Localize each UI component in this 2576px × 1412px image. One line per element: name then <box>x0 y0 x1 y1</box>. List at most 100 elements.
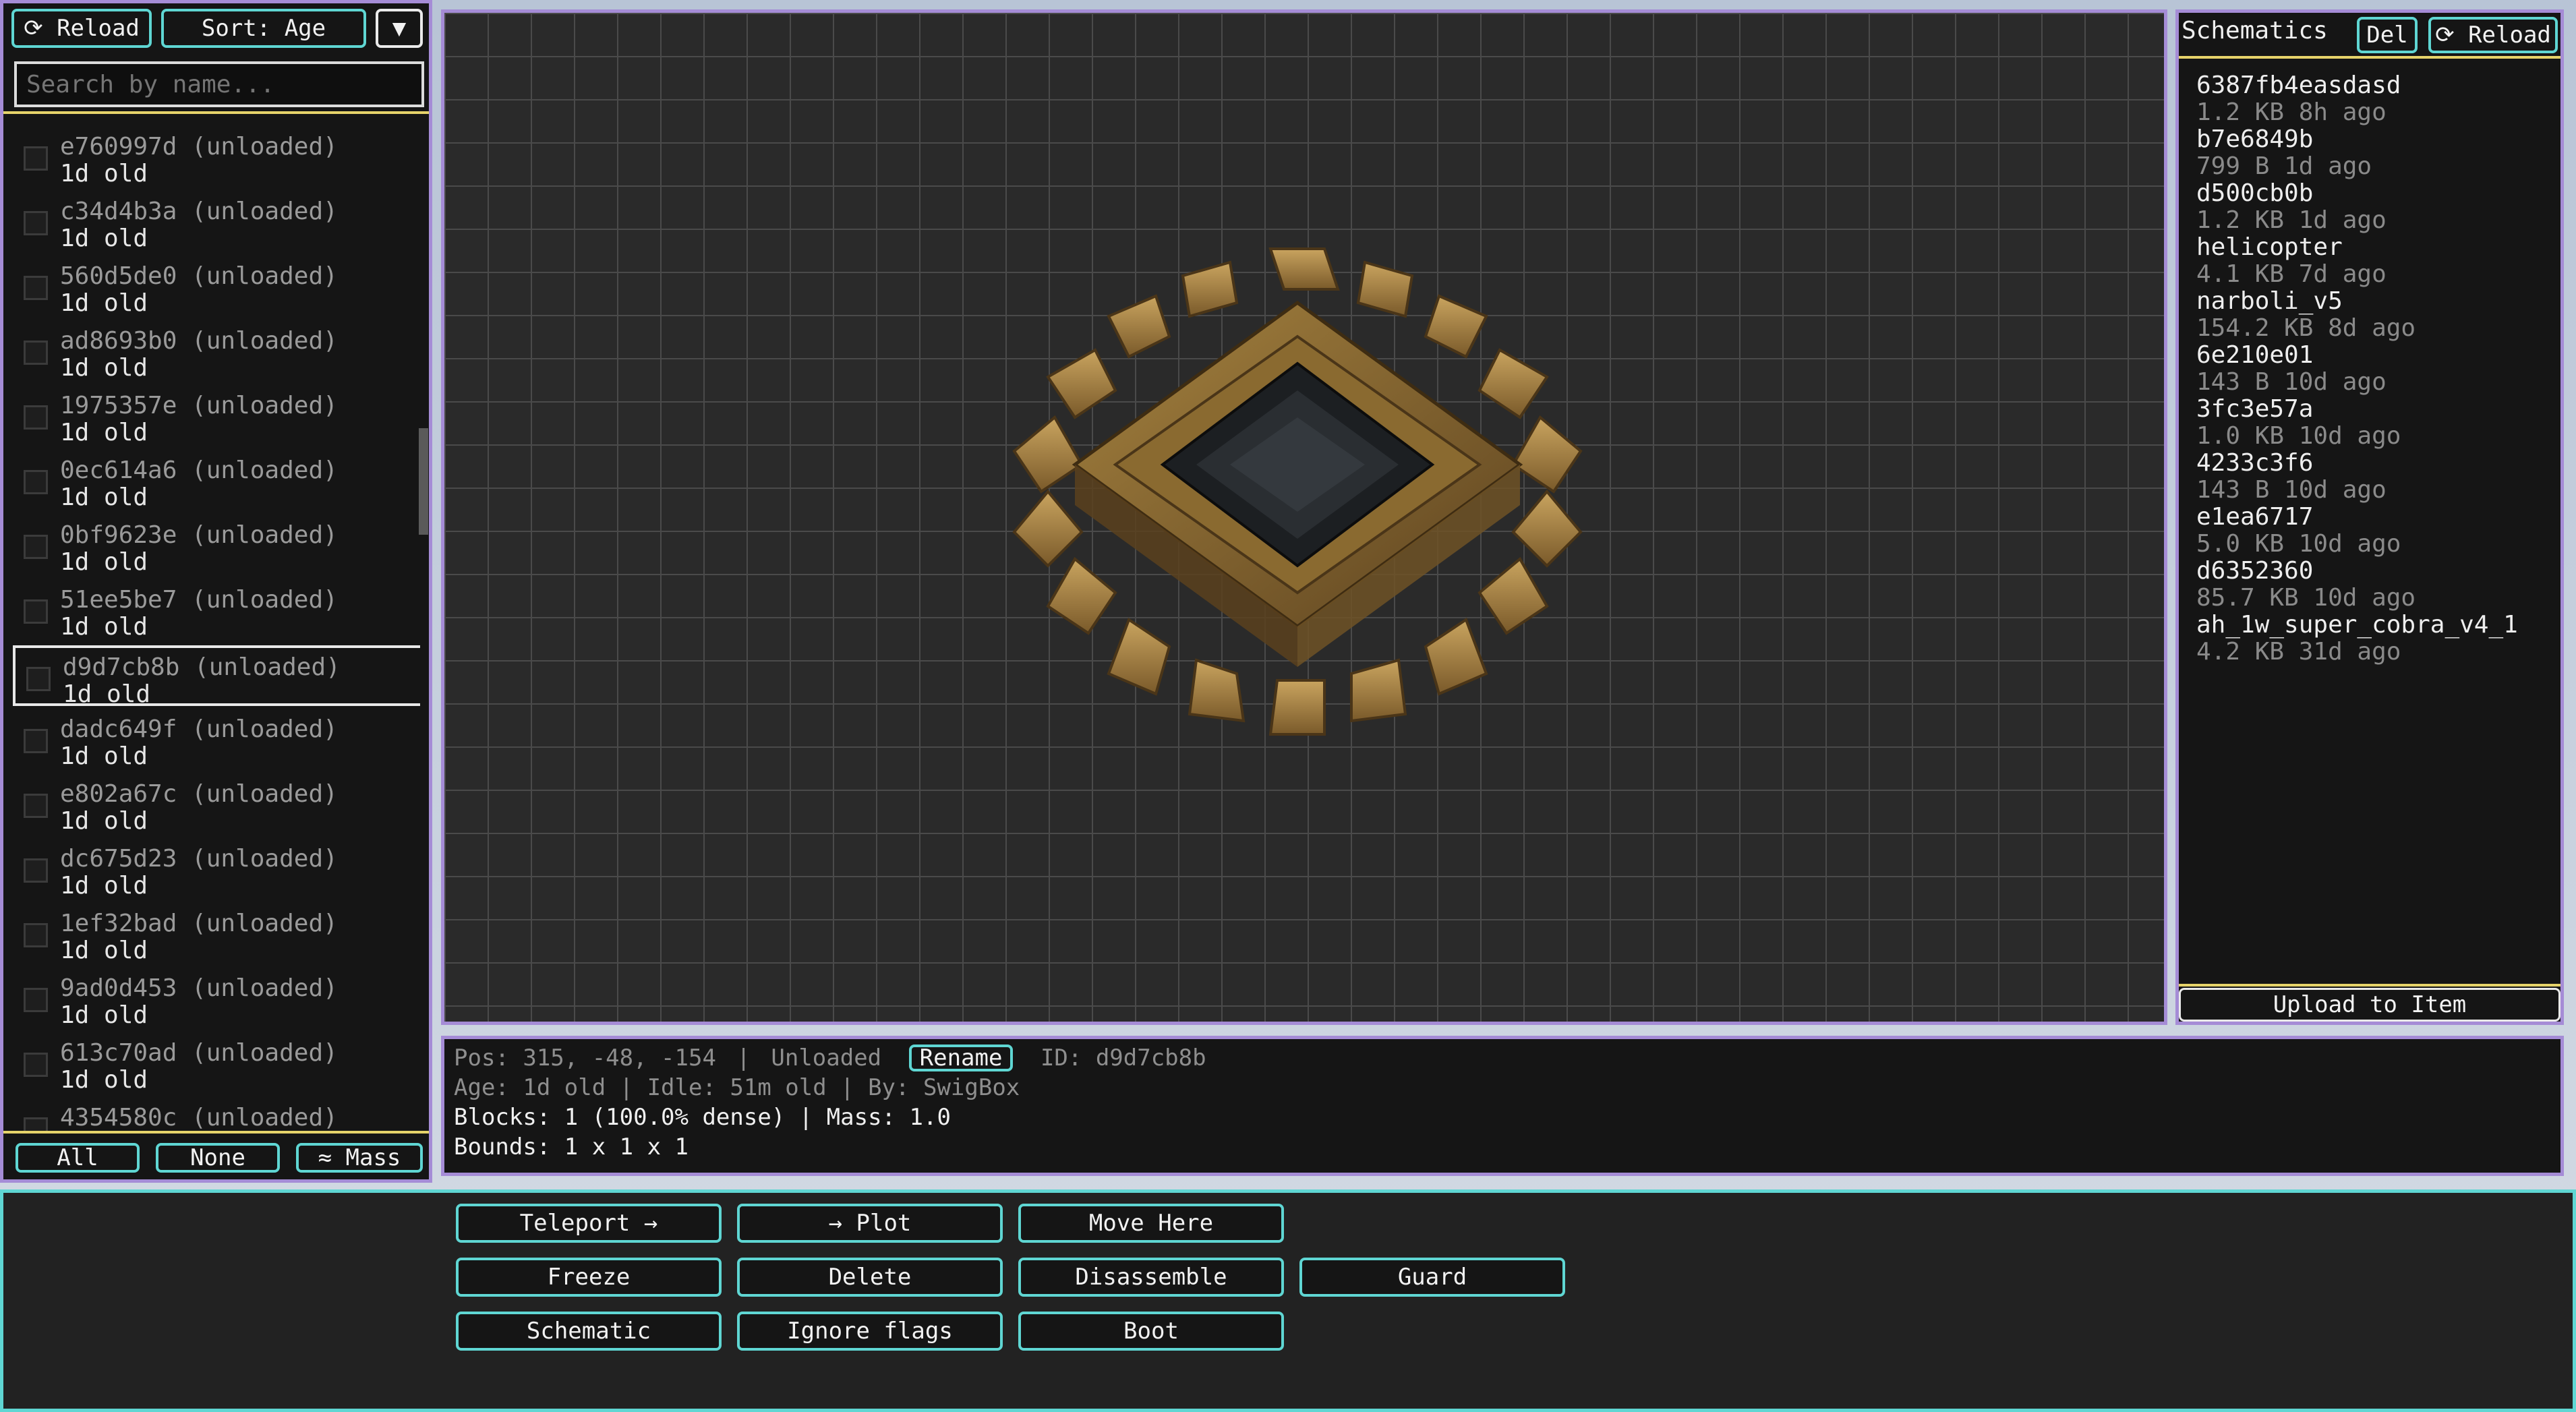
item-age: 1d old <box>60 742 148 770</box>
item-checkbox[interactable] <box>24 146 48 171</box>
schematic-item[interactable]: b7e6849b 799 B 1d ago <box>2196 126 2372 180</box>
schematic-meta: 1.2 KB 8h ago <box>2196 98 2387 126</box>
schematic-item[interactable]: narboli_v5 154.2 KB 8d ago <box>2196 288 2416 342</box>
list-item[interactable]: 4354580c (unloaded) <box>13 1098 420 1132</box>
schematic-item[interactable]: 6e210e01 143 B 10d ago <box>2196 342 2387 396</box>
list-item[interactable]: 9ad0d453 (unloaded) 1d old <box>13 969 420 1030</box>
guard-button[interactable]: Guard <box>1299 1258 1565 1297</box>
item-checkbox[interactable] <box>24 1117 48 1132</box>
freeze-button[interactable]: Freeze <box>456 1258 722 1297</box>
preview-viewport[interactable] <box>441 9 2167 1025</box>
info-line-position: Pos: 315, -48, -154 | Unloaded Rename ID… <box>454 1045 1206 1071</box>
select-none-button[interactable]: None <box>156 1143 280 1173</box>
item-age: 1d old <box>60 937 148 964</box>
filter-dropdown-icon[interactable]: ▼ <box>376 9 423 48</box>
list-item[interactable]: 560d5de0 (unloaded) 1d old <box>13 257 420 318</box>
list-item[interactable]: ad8693b0 (unloaded) 1d old <box>13 322 420 382</box>
select-all-button[interactable]: All <box>16 1143 140 1173</box>
item-checkbox[interactable] <box>24 1053 48 1077</box>
item-age: 1d old <box>60 807 148 835</box>
schematic-item[interactable]: d500cb0b 1.2 KB 1d ago <box>2196 180 2387 234</box>
item-checkbox[interactable] <box>24 341 48 365</box>
move-here-button[interactable]: Move Here <box>1018 1204 1284 1243</box>
item-checkbox[interactable] <box>24 211 48 235</box>
schematic-name: d6352360 <box>2196 557 2314 585</box>
schematic-name: helicopter <box>2196 233 2343 261</box>
list-item[interactable]: 0ec614a6 (unloaded) 1d old <box>13 451 420 512</box>
schematic-button[interactable]: Schematic <box>456 1312 722 1351</box>
teleport-button[interactable]: Teleport → <box>456 1204 722 1243</box>
list-item[interactable]: e802a67c (unloaded) 1d old <box>13 775 420 835</box>
schematic-item[interactable]: 6387fb4easdasd 1.2 KB 8h ago <box>2196 72 2401 126</box>
object-id: ID: d9d7cb8b <box>1040 1045 1206 1071</box>
list-item[interactable]: dadc649f (unloaded) 1d old <box>13 710 420 771</box>
item-name: e760997d (unloaded) <box>60 133 338 160</box>
item-checkbox[interactable] <box>24 470 48 494</box>
upload-to-item-button[interactable]: Upload to Item <box>2179 988 2560 1022</box>
disassemble-button[interactable]: Disassemble <box>1018 1258 1284 1297</box>
ignore-flags-button[interactable]: Ignore flags <box>737 1312 1003 1351</box>
item-checkbox[interactable] <box>24 858 48 883</box>
item-name: 0ec614a6 (unloaded) <box>60 457 338 484</box>
divider <box>2179 984 2560 987</box>
item-name: dadc649f (unloaded) <box>60 715 338 743</box>
list-item[interactable]: e760997d (unloaded) 1d old <box>13 127 420 188</box>
item-age: 1d old <box>60 548 148 576</box>
item-age: 1d old <box>60 225 148 252</box>
item-checkbox[interactable] <box>24 535 48 559</box>
list-item[interactable]: 613c70ad (unloaded) 1d old <box>13 1034 420 1094</box>
item-checkbox[interactable] <box>24 599 48 624</box>
schematic-item[interactable]: helicopter 4.1 KB 7d ago <box>2196 234 2387 288</box>
item-age: 1d old <box>63 680 151 708</box>
schematic-item[interactable]: e1ea6717 5.0 KB 10d ago <box>2196 504 2401 558</box>
item-checkbox[interactable] <box>24 405 48 430</box>
list-item[interactable]: d9d7cb8b (unloaded) 1d old <box>13 645 420 708</box>
list-scrollbar[interactable] <box>419 428 428 535</box>
item-checkbox[interactable] <box>24 988 48 1012</box>
select-mass-button[interactable]: ≈ Mass <box>296 1143 423 1173</box>
schematic-item[interactable]: d6352360 85.7 KB 10d ago <box>2196 558 2416 612</box>
item-checkbox[interactable] <box>24 729 48 753</box>
item-age: 1d old <box>60 289 148 317</box>
schematic-name: e1ea6717 <box>2196 503 2314 531</box>
item-name: e802a67c (unloaded) <box>60 780 338 808</box>
item-name: dc675d23 (unloaded) <box>60 845 338 873</box>
item-name: 0bf9623e (unloaded) <box>60 521 338 549</box>
schematic-meta: 85.7 KB 10d ago <box>2196 584 2416 612</box>
sort-button[interactable]: Sort: Age <box>161 9 366 48</box>
object-list: e760997d (unloaded) 1d old c34d4b3a (unloa… <box>3 127 421 1132</box>
schematic-item[interactable]: 3fc3e57a 1.0 KB 10d ago <box>2196 396 2401 450</box>
schematic-name: 4233c3f6 <box>2196 449 2314 477</box>
delete-button[interactable]: Delete <box>737 1258 1003 1297</box>
separator: | <box>736 1045 751 1071</box>
reload-list-button[interactable]: ⟳ Reload <box>11 9 152 48</box>
position-readout: Pos: 315, -48, -154 <box>454 1045 716 1071</box>
schematic-meta: 1.0 KB 10d ago <box>2196 422 2401 450</box>
item-name: 9ad0d453 (unloaded) <box>60 974 338 1002</box>
item-checkbox[interactable] <box>24 794 48 818</box>
reload-schematics-button[interactable]: ⟳ Reload <box>2428 17 2558 53</box>
rename-button[interactable]: Rename <box>908 1045 1014 1071</box>
list-footer: All None ≈ Mass <box>3 1131 429 1179</box>
item-checkbox[interactable] <box>24 923 48 947</box>
list-item[interactable]: c34d4b3a (unloaded) 1d old <box>13 192 420 253</box>
schematic-meta: 143 B 10d ago <box>2196 476 2387 504</box>
boot-button[interactable]: Boot <box>1018 1312 1284 1351</box>
schematic-item[interactable]: 4233c3f6 143 B 10d ago <box>2196 450 2387 504</box>
schematic-meta: 4.1 KB 7d ago <box>2196 260 2387 288</box>
plot-button[interactable]: → Plot <box>737 1204 1003 1243</box>
list-item[interactable]: 0bf9623e (unloaded) 1d old <box>13 516 420 577</box>
info-line-blocks: Blocks: 1 (100.0% dense) | Mass: 1.0 <box>454 1104 951 1131</box>
item-checkbox[interactable] <box>24 276 48 300</box>
item-checkbox[interactable] <box>26 667 51 691</box>
list-item[interactable]: 51ee5be7 (unloaded) 1d old <box>13 581 420 641</box>
delete-schematic-button[interactable]: Del <box>2357 17 2418 53</box>
schematic-meta: 143 B 10d ago <box>2196 368 2387 396</box>
list-item[interactable]: dc675d23 (unloaded) 1d old <box>13 840 420 900</box>
list-item[interactable]: 1ef32bad (unloaded) 1d old <box>13 904 420 965</box>
search-input[interactable] <box>14 61 424 107</box>
info-line-age: Age: 1d old | Idle: 51m old | By: SwigBo… <box>454 1074 1020 1101</box>
item-age: 1d old <box>60 419 148 446</box>
schematic-item[interactable]: ah_1w_super_cobra_v4_1 4.2 KB 31d ago <box>2196 612 2518 666</box>
list-item[interactable]: 1975357e (unloaded) 1d old <box>13 386 420 447</box>
